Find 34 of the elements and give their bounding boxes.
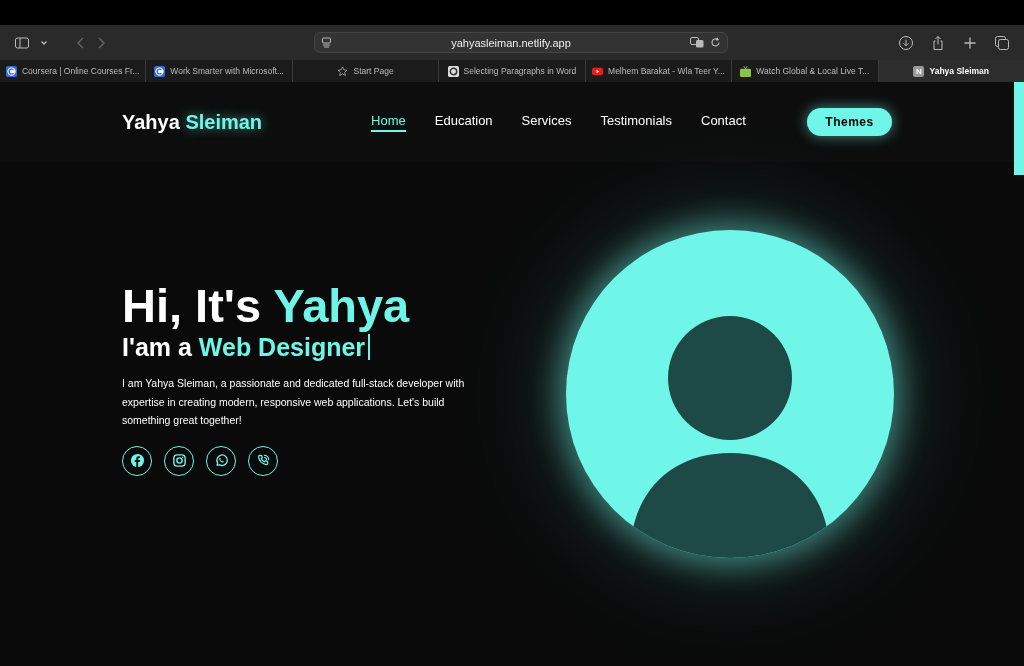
tabs-overview-icon[interactable] [994,34,1010,51]
phone-icon [255,453,271,468]
reload-icon[interactable] [710,37,721,48]
translate-icon[interactable] [690,37,704,48]
tv-icon [740,65,752,77]
sidebar-toggle-icon[interactable] [14,34,30,51]
c-logo-icon [154,65,166,77]
text-cursor [368,334,371,360]
role-heading: I'am a Web Designer [122,332,366,362]
tab-favicon-icon: N [913,65,925,77]
nav-link[interactable]: Testimonials [600,112,672,132]
whatsapp-icon [213,453,229,468]
back-icon[interactable] [76,35,86,50]
themes-button[interactable]: Themes [807,108,892,136]
play-icon [592,65,604,77]
address-bar[interactable]: yahyasleiman.netlify.app [314,32,728,53]
download-icon[interactable] [898,34,914,51]
share-icon[interactable] [930,34,946,51]
nav-link[interactable]: Home [371,112,406,132]
intro-paragraph: I am Yahya Sleiman, a passionate and dedicated full-stack developer with expertise in creating modern, responsive web applications. Let's build something great together! [122,376,466,428]
ring-icon [447,65,459,77]
nav-link[interactable]: Services [521,112,572,132]
forward-icon[interactable] [96,35,106,50]
chevron-down-icon[interactable] [40,38,48,47]
site-logo[interactable]: Yahya Sleiman [122,110,263,134]
instagram-icon [171,453,187,468]
nav-link[interactable]: Education [434,112,493,132]
hero-heading: Hi, It's Yahya [122,280,411,332]
facebook-icon [129,453,145,468]
c-logo-icon [5,65,17,77]
nav-link[interactable]: Contact [701,112,746,132]
page-menu-icon [321,37,332,48]
star-icon [337,65,349,77]
browser-tab[interactable]: N Yahya Sleiman [878,60,1024,82]
